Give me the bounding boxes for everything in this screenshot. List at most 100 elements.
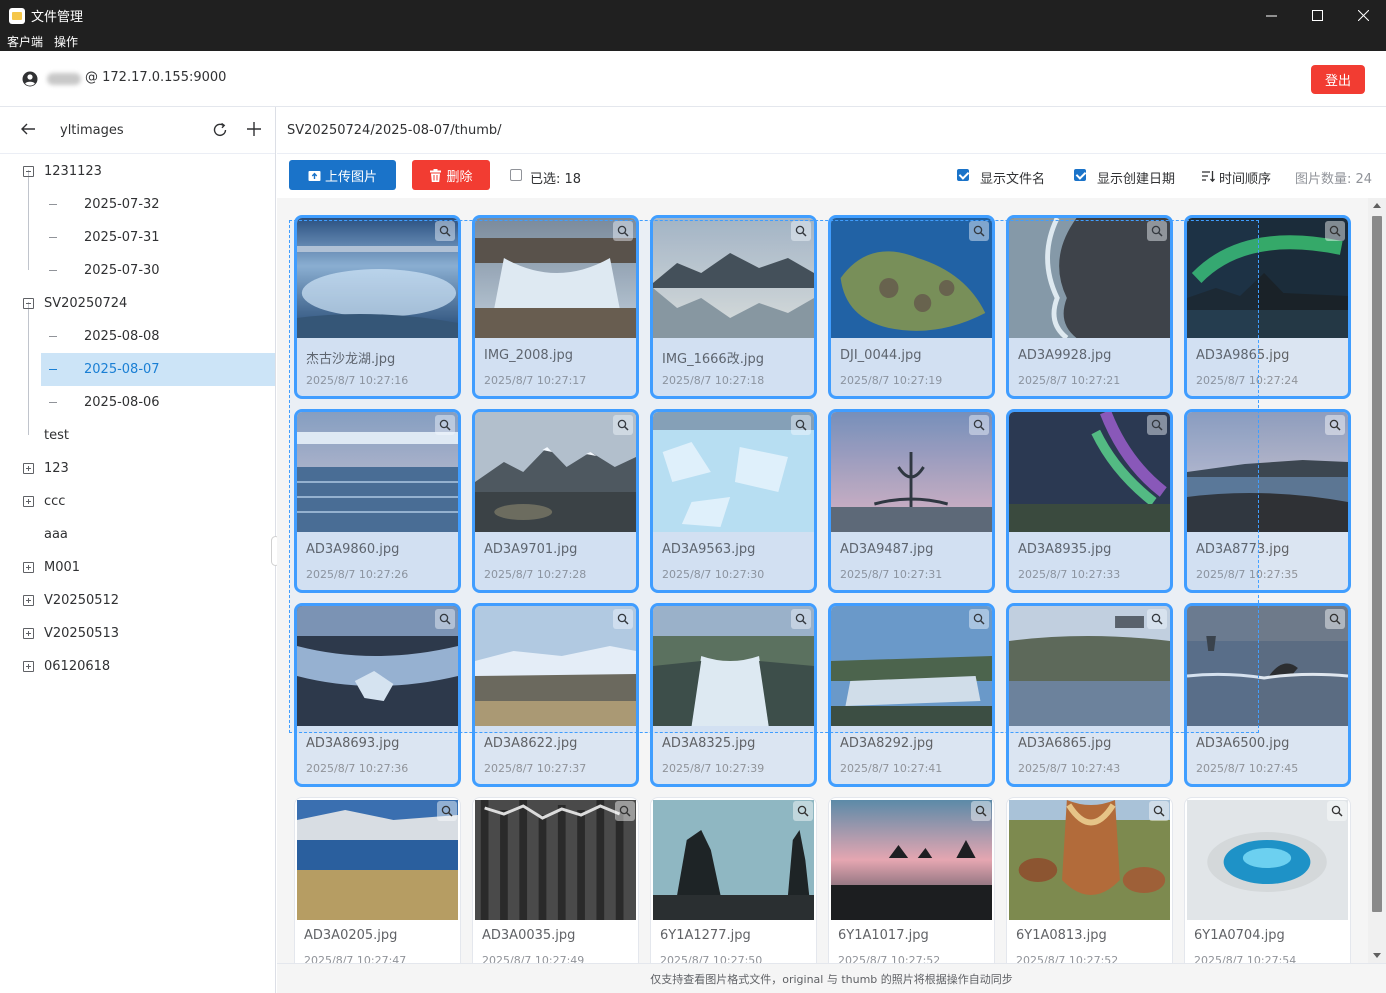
tree-item-2025-07-30[interactable]: 2025-07-30 — [0, 254, 275, 287]
image-card[interactable]: AD3A9701.jpg 2025/8/7 10:27:28 — [472, 409, 639, 593]
expand-icon[interactable] — [23, 661, 34, 672]
tree-item-2025-07-31[interactable]: 2025-07-31 — [0, 221, 275, 254]
sort-icon[interactable] — [1201, 169, 1215, 183]
zoom-button[interactable] — [1147, 415, 1167, 435]
zoom-button[interactable] — [1147, 609, 1167, 629]
zoom-button[interactable] — [791, 609, 811, 629]
close-button[interactable] — [1340, 0, 1386, 31]
collapse-icon[interactable] — [23, 166, 34, 177]
add-folder-icon[interactable] — [246, 121, 262, 137]
tree-item-2025-08-08[interactable]: 2025-08-08 — [0, 320, 275, 353]
zoom-button[interactable] — [1149, 801, 1169, 821]
zoom-button[interactable] — [969, 609, 989, 629]
tree-item-2025-08-06[interactable]: 2025-08-06 — [0, 386, 275, 419]
zoom-button[interactable] — [791, 221, 811, 241]
tree-item-2025-08-07[interactable]: 2025-08-07 — [0, 353, 275, 386]
tree-item-v20250513[interactable]: V20250513 — [0, 617, 275, 650]
image-card[interactable]: AD3A6865.jpg 2025/8/7 10:27:43 — [1006, 603, 1173, 787]
menu-operate[interactable]: 操作 — [54, 33, 78, 50]
image-card[interactable]: 6Y1A0704.jpg 2025/8/7 10:27:54 — [1184, 797, 1351, 963]
image-card[interactable]: AD3A9865.jpg 2025/8/7 10:27:24 — [1184, 215, 1351, 399]
logout-button[interactable]: 登出 — [1311, 65, 1365, 94]
tree-item-sv20250724[interactable]: SV20250724 — [0, 287, 275, 320]
collapse-icon[interactable] — [23, 298, 34, 309]
zoom-button[interactable] — [613, 221, 633, 241]
upload-button[interactable]: 上传图片 — [289, 160, 396, 190]
tree-item-test[interactable]: test — [0, 419, 275, 452]
menu-client[interactable]: 客户端 — [7, 33, 43, 50]
expand-icon[interactable] — [23, 628, 34, 639]
image-card[interactable]: AD3A0035.jpg 2025/8/7 10:27:49 — [472, 797, 639, 963]
tree-item-ccc[interactable]: ccc — [0, 485, 275, 518]
zoom-button[interactable] — [793, 801, 813, 821]
zoom-in-icon — [1329, 419, 1341, 431]
zoom-button[interactable] — [615, 801, 635, 821]
zoom-button[interactable] — [1147, 221, 1167, 241]
image-card[interactable]: AD3A8773.jpg 2025/8/7 10:27:35 — [1184, 409, 1351, 593]
image-card[interactable]: AD3A9928.jpg 2025/8/7 10:27:21 — [1006, 215, 1173, 399]
image-card[interactable]: 6Y1A1277.jpg 2025/8/7 10:27:50 — [650, 797, 817, 963]
image-card[interactable]: AD3A8935.jpg 2025/8/7 10:27:33 — [1006, 409, 1173, 593]
image-card[interactable]: AD3A6500.jpg 2025/8/7 10:27:45 — [1184, 603, 1351, 787]
image-card[interactable]: IMG_1666改.jpg 2025/8/7 10:27:18 — [650, 215, 817, 399]
image-card[interactable]: AD3A9860.jpg 2025/8/7 10:27:26 — [294, 409, 461, 593]
image-card[interactable]: AD3A8622.jpg 2025/8/7 10:27:37 — [472, 603, 639, 787]
expand-icon[interactable] — [23, 463, 34, 474]
show-filename-checkbox[interactable] — [957, 169, 969, 181]
expand-icon[interactable] — [23, 595, 34, 606]
tree-item-m001[interactable]: M001 — [0, 551, 275, 584]
zoom-button[interactable] — [969, 415, 989, 435]
zoom-button[interactable] — [1325, 221, 1345, 241]
maximize-button[interactable] — [1294, 0, 1340, 31]
scroll-down-arrow-icon[interactable] — [1373, 953, 1381, 958]
tree-item-v20250512[interactable]: V20250512 — [0, 584, 275, 617]
zoom-in-icon — [973, 419, 985, 431]
bucket-name: yltimages — [60, 123, 124, 138]
zoom-button[interactable] — [613, 609, 633, 629]
expand-icon[interactable] — [23, 496, 34, 507]
zoom-button[interactable] — [791, 415, 811, 435]
zoom-button[interactable] — [435, 415, 455, 435]
tree-item-1231123[interactable]: 1231123 — [0, 155, 275, 188]
zoom-button[interactable] — [969, 221, 989, 241]
image-card[interactable]: DJI_0044.jpg 2025/8/7 10:27:19 — [828, 215, 995, 399]
vertical-scrollbar[interactable] — [1368, 198, 1386, 963]
image-card[interactable]: AD3A9563.jpg 2025/8/7 10:27:30 — [650, 409, 817, 593]
image-card[interactable]: AD3A9487.jpg 2025/8/7 10:27:31 — [828, 409, 995, 593]
zoom-button[interactable] — [437, 801, 457, 821]
zoom-button[interactable] — [613, 415, 633, 435]
tree-item-06120618[interactable]: 06120618 — [0, 650, 275, 683]
sort-order-toggle[interactable]: 时间顺序 — [1219, 168, 1271, 187]
image-count: 图片数量: 24 — [1295, 172, 1373, 187]
tree-item-2025-07-32[interactable]: 2025-07-32 — [0, 188, 275, 221]
refresh-icon[interactable] — [211, 121, 229, 139]
zoom-button[interactable] — [1327, 801, 1347, 821]
zoom-button[interactable] — [971, 801, 991, 821]
image-card[interactable]: AD3A8325.jpg 2025/8/7 10:27:39 — [650, 603, 817, 787]
scroll-up-arrow-icon[interactable] — [1373, 203, 1381, 208]
file-date: 2025/8/7 10:27:52 — [1016, 954, 1119, 963]
expand-icon[interactable] — [23, 562, 34, 573]
zoom-button[interactable] — [1325, 609, 1345, 629]
thumbnail-image — [1187, 606, 1348, 726]
scrollbar-thumb[interactable] — [1372, 216, 1382, 912]
zoom-button[interactable] — [1325, 415, 1345, 435]
select-all-checkbox[interactable] — [510, 169, 522, 181]
zoom-button[interactable] — [435, 609, 455, 629]
show-date-label[interactable]: 显示创建日期 — [1097, 168, 1175, 187]
image-card[interactable]: 6Y1A1017.jpg 2025/8/7 10:27:52 — [828, 797, 995, 963]
delete-button[interactable]: 删除 — [412, 160, 490, 190]
show-date-checkbox[interactable] — [1074, 169, 1086, 181]
minimize-button[interactable] — [1248, 0, 1294, 31]
image-card[interactable]: 6Y1A0813.jpg 2025/8/7 10:27:52 — [1006, 797, 1173, 963]
image-card[interactable]: 杰古沙龙湖.jpg 2025/8/7 10:27:16 — [294, 215, 461, 399]
show-filename-label[interactable]: 显示文件名 — [980, 168, 1045, 187]
image-card[interactable]: IMG_2008.jpg 2025/8/7 10:27:17 — [472, 215, 639, 399]
tree-item-123[interactable]: 123 — [0, 452, 275, 485]
tree-item-aaa[interactable]: aaa — [0, 518, 275, 551]
image-card[interactable]: AD3A0205.jpg 2025/8/7 10:27:47 — [294, 797, 461, 963]
image-card[interactable]: AD3A8693.jpg 2025/8/7 10:27:36 — [294, 603, 461, 787]
back-arrow-icon[interactable] — [20, 121, 36, 137]
zoom-button[interactable] — [435, 221, 455, 241]
image-card[interactable]: AD3A8292.jpg 2025/8/7 10:27:41 — [828, 603, 995, 787]
